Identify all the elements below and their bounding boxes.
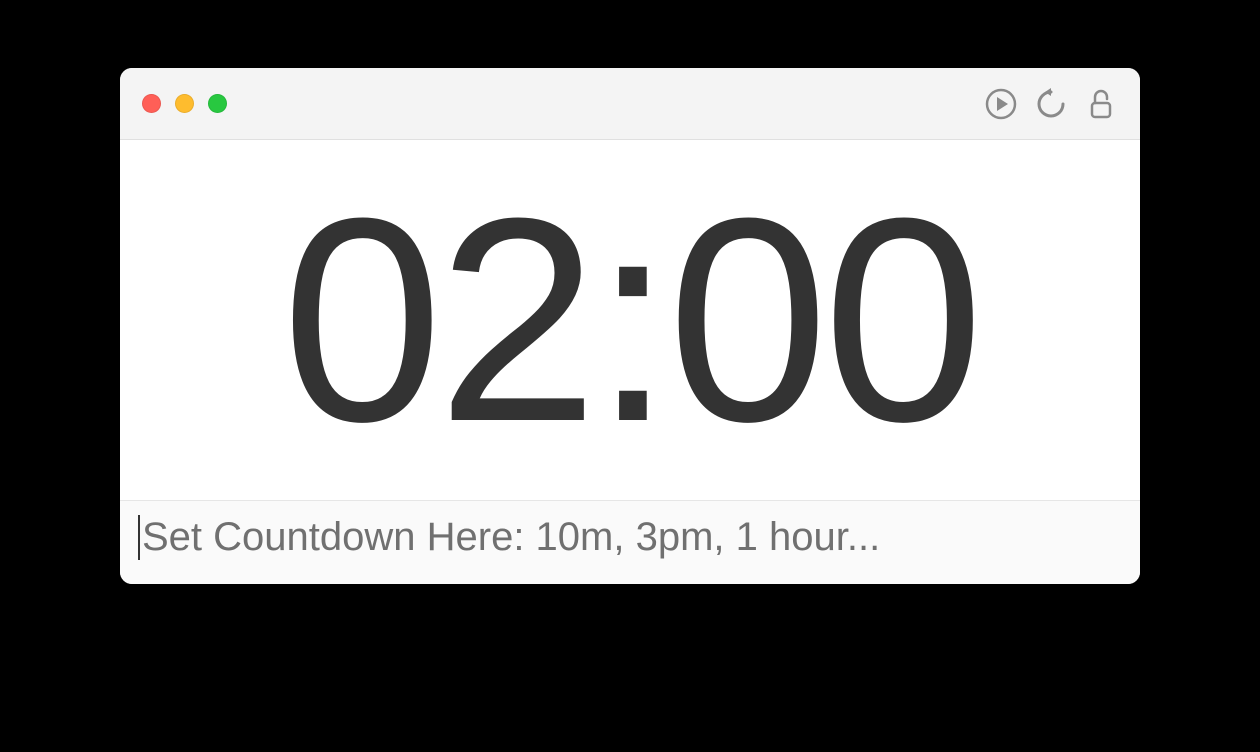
zoom-button[interactable] xyxy=(208,94,227,113)
timer-window: 02:00 xyxy=(120,68,1140,584)
countdown-input[interactable] xyxy=(138,515,1122,560)
reset-button[interactable] xyxy=(1034,87,1068,121)
reset-icon xyxy=(1034,87,1068,121)
timer-value: 02:00 xyxy=(282,175,979,465)
minimize-button[interactable] xyxy=(175,94,194,113)
timer-display-area: 02:00 xyxy=(120,140,1140,500)
toolbar xyxy=(984,87,1118,121)
input-area xyxy=(120,500,1140,584)
lock-button[interactable] xyxy=(1084,87,1118,121)
close-button[interactable] xyxy=(142,94,161,113)
window-controls xyxy=(142,94,227,113)
titlebar xyxy=(120,68,1140,140)
play-icon xyxy=(984,87,1018,121)
play-button[interactable] xyxy=(984,87,1018,121)
unlock-icon xyxy=(1084,87,1118,121)
